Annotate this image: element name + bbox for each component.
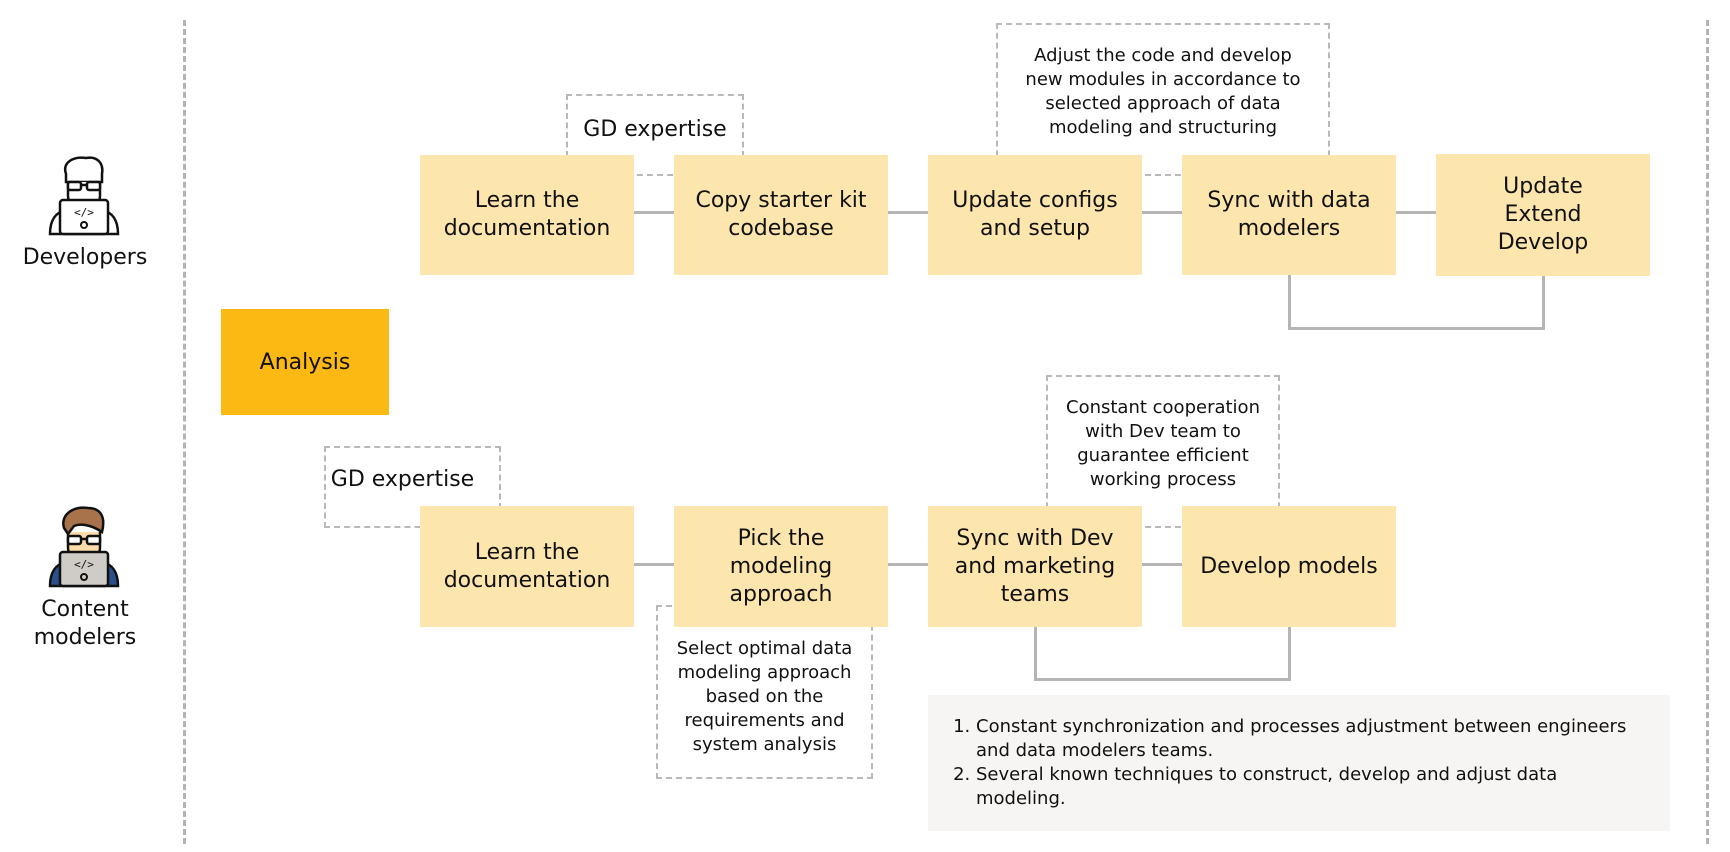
cm-note-select-approach: Select optimal data modeling approach ba… <box>656 605 873 779</box>
dev-loop-right <box>1542 275 1545 330</box>
cm-connector-2 <box>888 563 928 566</box>
dev-note-adjust-code: Adjust the code and develop new modules … <box>996 23 1330 176</box>
lane-divider-left <box>183 20 186 844</box>
cm-connector-3 <box>1142 563 1182 566</box>
content-modelers-label: Content modelers <box>33 597 137 650</box>
cm-loop-right <box>1288 627 1291 681</box>
dev-connector-1 <box>634 211 674 214</box>
summary-item: Several known techniques to construct, d… <box>976 763 1640 811</box>
summary-notes: Constant synchronization and processes a… <box>928 695 1670 831</box>
svg-text:</>: </> <box>74 206 94 219</box>
analysis-step: Analysis <box>221 309 389 415</box>
dev-connector-4 <box>1396 211 1436 214</box>
svg-text:</>: </> <box>74 558 94 571</box>
developer-icon: </> <box>48 156 120 236</box>
content-modeler-icon: </> <box>48 506 120 588</box>
summary-item: Constant synchronization and processes a… <box>976 715 1640 763</box>
dev-step-update-extend-develop: Update Extend Develop <box>1436 154 1650 276</box>
dev-step-update-configs: Update configs and setup <box>928 155 1142 275</box>
cm-step-sync-dev-marketing: Sync with Dev and marketing teams <box>928 506 1142 627</box>
dev-loop-bottom <box>1288 327 1545 330</box>
dev-step-copy-starter-kit: Copy starter kit codebase <box>674 155 888 275</box>
dev-step-sync-modelers: Sync with data modelers <box>1182 155 1396 275</box>
lane-divider-right <box>1706 20 1709 844</box>
cm-step-pick-approach: Pick the modeling approach <box>674 506 888 627</box>
cm-step-learn-docs: Learn the documentation <box>420 506 634 627</box>
dev-loop-left <box>1288 275 1291 330</box>
dev-connector-3 <box>1142 211 1182 214</box>
dev-step-learn-docs: Learn the documentation <box>420 155 634 275</box>
cm-loop-bottom <box>1034 678 1291 681</box>
developers-label: Developers <box>22 245 148 270</box>
summary-list: Constant synchronization and processes a… <box>954 715 1640 811</box>
cm-connector-1 <box>634 563 674 566</box>
cm-loop-left <box>1034 627 1037 681</box>
cm-step-develop-models: Develop models <box>1182 506 1396 627</box>
dev-connector-2 <box>888 211 928 214</box>
